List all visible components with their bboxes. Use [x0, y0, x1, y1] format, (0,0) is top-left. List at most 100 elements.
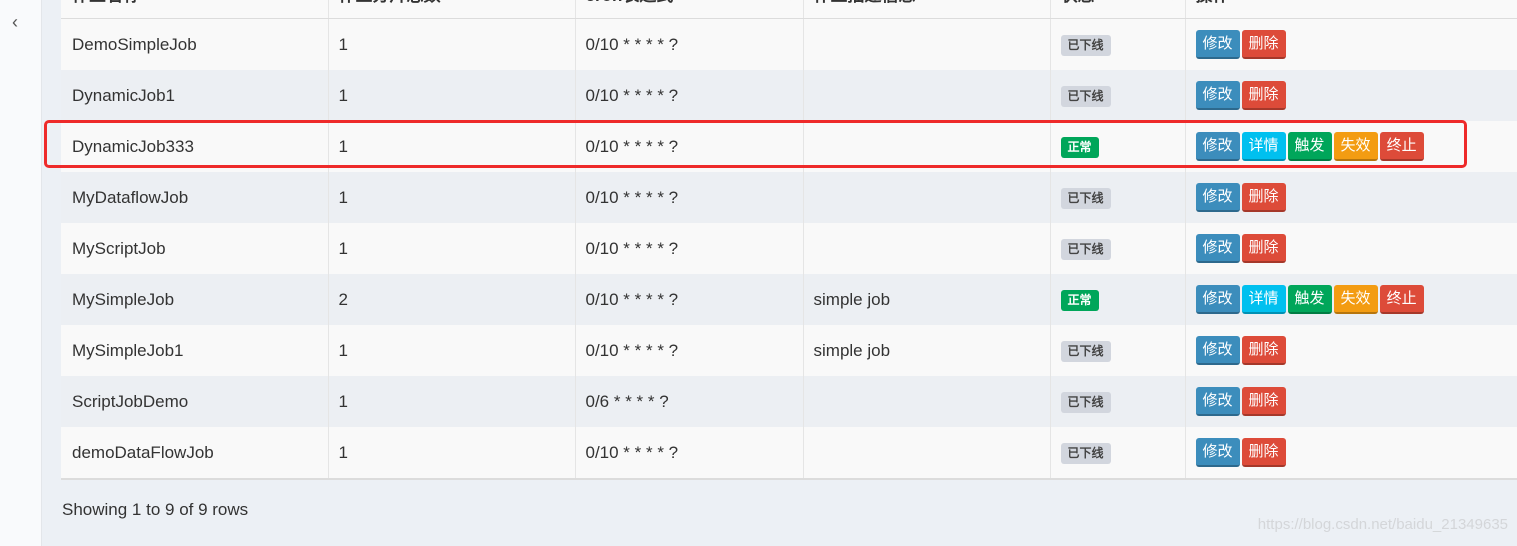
- cell-actions: 修改 详情 触发 失效 终止: [1185, 121, 1517, 172]
- cell-name: DemoSimpleJob: [61, 18, 329, 70]
- status-badge: 已下线: [1060, 238, 1111, 260]
- cell-cron: 0/10 * * * * ?: [575, 325, 804, 376]
- delete-button[interactable]: 删除: [1241, 81, 1286, 110]
- column-header-label: 状态: [1061, 0, 1095, 5]
- table-row: MyScriptJob 1 0/10 * * * * ? 已下线 修改 删除: [61, 223, 1517, 274]
- sort-icon[interactable]: ▲▼: [1159, 0, 1177, 2]
- delete-button[interactable]: 删除: [1241, 183, 1286, 212]
- status-badge: 已下线: [1060, 34, 1111, 56]
- cell-desc: [803, 70, 1051, 121]
- cell-cron: 0/10 * * * * ?: [575, 223, 804, 274]
- status-badge: 正常: [1060, 289, 1099, 311]
- cell-name: demoDataFlowJob: [61, 427, 329, 479]
- trigger-button[interactable]: 触发: [1287, 132, 1332, 161]
- cell-name: DynamicJob333: [61, 121, 329, 172]
- table-row: ScriptJobDemo 1 0/6 * * * * ? 已下线 修改 删除: [61, 376, 1517, 427]
- cell-shards: 1: [328, 18, 576, 70]
- cell-name: MyDataflowJob: [61, 172, 329, 223]
- jobs-table: 作业名称 ▲▼ 作业分片总数 ▲▼ cron表达式 ▲▼ 作业描述信息 ▲▼ 状态 ▲▼ 操作 De…: [61, 0, 1517, 480]
- delete-button[interactable]: 删除: [1241, 438, 1286, 467]
- pagination-summary: Showing 1 to 9 of 9 rows: [62, 500, 249, 519]
- cell-status: 正常: [1050, 274, 1186, 325]
- cell-shards: 1: [328, 223, 576, 274]
- sort-icon[interactable]: ▲▼: [549, 0, 567, 2]
- cell-actions: 修改 删除: [1185, 223, 1517, 274]
- detail-button[interactable]: 详情: [1241, 132, 1286, 161]
- delete-button[interactable]: 删除: [1241, 234, 1286, 263]
- sort-icon[interactable]: ▲▼: [302, 0, 320, 2]
- edit-button[interactable]: 修改: [1195, 285, 1240, 314]
- table-row: DynamicJob333 1 0/10 * * * * ? 正常 修改 详情 触发 失效 终止: [61, 121, 1517, 172]
- delete-button[interactable]: 删除: [1241, 387, 1286, 416]
- edit-button[interactable]: 修改: [1195, 438, 1240, 467]
- cell-shards: 1: [328, 172, 576, 223]
- cell-status: 已下线: [1050, 376, 1186, 427]
- column-header[interactable]: 操作: [1185, 0, 1517, 19]
- table-body: DemoSimpleJob 1 0/10 * * * * ? 已下线 修改 删除 Dynam…: [61, 18, 1517, 479]
- cell-desc: [803, 172, 1051, 223]
- cell-cron: 0/10 * * * * ?: [575, 427, 804, 479]
- status-badge: 已下线: [1060, 85, 1111, 107]
- cell-shards: 1: [328, 325, 576, 376]
- sort-icon[interactable]: ▲▼: [777, 0, 795, 2]
- column-header[interactable]: 作业描述信息 ▲▼: [803, 0, 1051, 19]
- cell-cron: 0/10 * * * * ?: [575, 70, 804, 121]
- edit-button[interactable]: 修改: [1195, 336, 1240, 365]
- cell-desc: simple job: [803, 274, 1051, 325]
- cell-actions: 修改 详情 触发 失效 终止: [1185, 274, 1517, 325]
- cell-desc: [803, 121, 1051, 172]
- cell-actions: 修改 删除: [1185, 70, 1517, 121]
- cell-cron: 0/10 * * * * ?: [575, 18, 804, 70]
- trigger-button[interactable]: 触发: [1287, 285, 1332, 314]
- delete-button[interactable]: 删除: [1241, 336, 1286, 365]
- shutdown-button[interactable]: 终止: [1379, 285, 1424, 314]
- status-badge: 正常: [1060, 136, 1099, 158]
- shutdown-button[interactable]: 终止: [1379, 132, 1424, 161]
- cell-cron: 0/10 * * * * ?: [575, 121, 804, 172]
- cell-status: 正常: [1050, 121, 1186, 172]
- cell-actions: 修改 删除: [1185, 18, 1517, 70]
- column-header[interactable]: cron表达式 ▲▼: [575, 0, 804, 19]
- detail-button[interactable]: 详情: [1241, 285, 1286, 314]
- edit-button[interactable]: 修改: [1195, 183, 1240, 212]
- column-header[interactable]: 状态 ▲▼: [1050, 0, 1186, 19]
- cell-shards: 2: [328, 274, 576, 325]
- chevron-left-icon[interactable]: ‹: [7, 12, 23, 32]
- edit-button[interactable]: 修改: [1195, 234, 1240, 263]
- table-row: MySimpleJob 2 0/10 * * * * ? simple job 正常 修改…: [61, 274, 1517, 325]
- cell-status: 已下线: [1050, 325, 1186, 376]
- watermark: https://blog.csdn.net/baidu_21349635: [1257, 516, 1508, 533]
- column-header-label: cron表达式: [586, 0, 674, 5]
- delete-button[interactable]: 删除: [1241, 30, 1286, 59]
- cell-status: 已下线: [1050, 18, 1186, 70]
- column-header-label: 操作: [1196, 0, 1230, 5]
- status-badge: 已下线: [1060, 187, 1111, 209]
- edit-button[interactable]: 修改: [1195, 132, 1240, 161]
- edit-button[interactable]: 修改: [1195, 81, 1240, 110]
- column-header-label: 作业描述信息: [814, 0, 916, 5]
- cell-desc: simple job: [803, 325, 1051, 376]
- column-header[interactable]: 作业分片总数 ▲▼: [328, 0, 576, 19]
- table-row: MySimpleJob1 1 0/10 * * * * ? simple job 已下线…: [61, 325, 1517, 376]
- cell-name: DynamicJob1: [61, 70, 329, 121]
- sort-icon[interactable]: ▲▼: [1024, 0, 1042, 2]
- disable-button[interactable]: 失效: [1333, 132, 1378, 161]
- cell-actions: 修改 删除: [1185, 172, 1517, 223]
- table-row: demoDataFlowJob 1 0/10 * * * * ? 已下线 修改 删除: [61, 427, 1517, 479]
- edit-button[interactable]: 修改: [1195, 387, 1240, 416]
- disable-button[interactable]: 失效: [1333, 285, 1378, 314]
- cell-status: 已下线: [1050, 427, 1186, 479]
- cell-shards: 1: [328, 70, 576, 121]
- cell-status: 已下线: [1050, 223, 1186, 274]
- table-row: DynamicJob1 1 0/10 * * * * ? 已下线 修改 删除: [61, 70, 1517, 121]
- status-badge: 已下线: [1060, 442, 1111, 464]
- cell-status: 已下线: [1050, 70, 1186, 121]
- status-badge: 已下线: [1060, 340, 1111, 362]
- column-header-label: 作业分片总数: [339, 0, 441, 5]
- edit-button[interactable]: 修改: [1195, 30, 1240, 59]
- table-row: DemoSimpleJob 1 0/10 * * * * ? 已下线 修改 删除: [61, 18, 1517, 70]
- cell-desc: [803, 427, 1051, 479]
- column-header[interactable]: 作业名称 ▲▼: [61, 0, 329, 19]
- cell-shards: 1: [328, 376, 576, 427]
- cell-desc: [803, 18, 1051, 70]
